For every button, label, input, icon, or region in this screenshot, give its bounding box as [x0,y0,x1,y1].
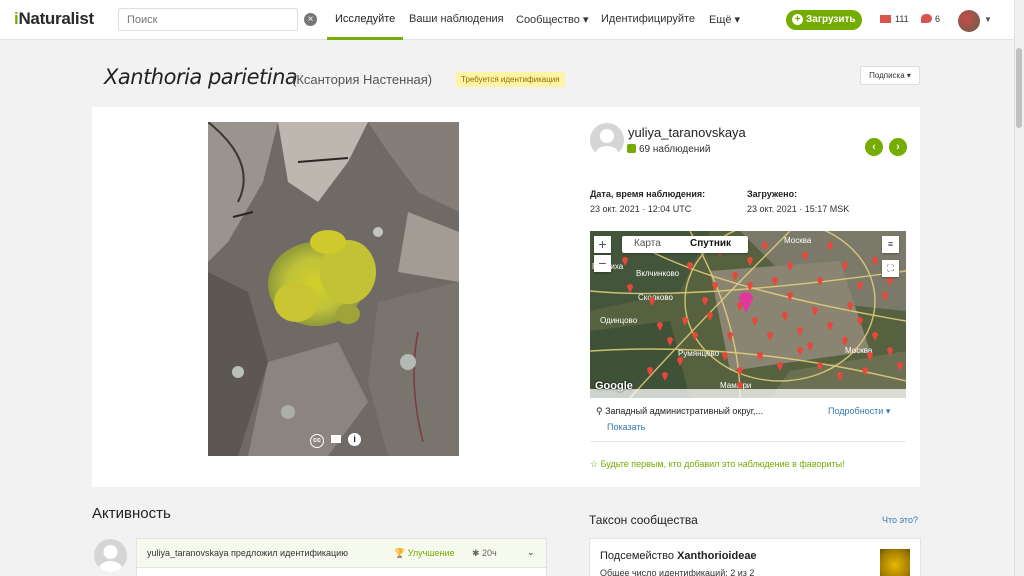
observation-photo[interactable] [208,122,459,456]
map-city-label: Сколково [638,293,674,302]
activity-avatar[interactable] [94,539,127,572]
info-icon[interactable]: i [348,433,362,446]
scientific-name: Xanthoria parietina [104,65,298,89]
map-tab-satellite[interactable]: Спутник [690,238,731,249]
date-uploaded-value: 23 окт. 2021 · 15:17 MSK [747,204,850,214]
scrollbar-thumb[interactable] [1016,48,1022,128]
map-details-link[interactable]: Подробности ▾ [828,406,890,417]
notifications-count: 6 [935,14,941,24]
messages-count: 111 [895,14,909,24]
map-type-toggle: Карта Спутник [622,236,748,253]
quality-grade-badge: Требуется идентификация [456,72,565,87]
nav-more[interactable]: Ещё ▾ [709,13,740,26]
map-city-label: Одинцово [600,316,638,325]
subscribe-dropdown[interactable]: Подписка ▾ [860,66,920,85]
flag-icon[interactable] [331,435,342,444]
map-show-link[interactable]: Показать [607,422,645,432]
google-logo: Google [595,380,633,392]
nav-active-indicator [327,37,403,40]
binoculars-icon [627,144,636,153]
bug-icon: ✱ [472,548,483,558]
common-name: (Ксантория Настенная) [292,72,433,87]
observer-obs-count[interactable]: 69 наблюдений [627,144,710,155]
what-is-this-link[interactable]: Что это? [882,515,918,525]
trophy-icon: 🏆 [394,548,408,558]
search-input[interactable] [118,8,298,31]
nav-identify[interactable]: Идентифицируйте [601,13,695,25]
fullscreen-icon[interactable]: ⛶ [882,260,899,277]
date-observed-value: 23 окт. 2021 · 12:04 UTC [590,204,692,214]
mail-icon[interactable] [880,15,891,23]
add-favorite-link[interactable]: ☆ Будьте первым, кто добавил это наблюде… [590,459,845,470]
activity-time: ✱ 20ч [472,548,497,558]
taxon-thumbnail[interactable] [880,549,910,576]
observation-map[interactable]: Москва Одинцово Сколково Румянцево Мамыри Мос… [590,231,906,398]
zoom-in-button[interactable]: + [594,236,611,253]
activity-heading: Активность [92,505,171,522]
map-city-label: Москва [784,236,812,245]
improving-tag: 🏆 Улучшение [394,548,455,558]
nav-explore[interactable]: Исследуйте [335,13,395,25]
plus-icon: + [792,14,803,25]
star-icon: ☆ [590,459,601,469]
nav-community[interactable]: Сообщество ▾ [516,13,588,26]
top-nav: iNaturalist × Исследуйте Ваши наблюдения… [0,0,1014,40]
chevron-down-icon[interactable]: ⌄ [527,547,535,558]
nav-your-observations[interactable]: Ваши наблюдения [409,13,504,25]
next-observation-button[interactable]: › [889,138,907,156]
chevron-down-icon[interactable]: ▼ [984,15,992,24]
zoom-out-button[interactable]: − [594,255,611,272]
map-city-label: Вклчинково [636,269,680,278]
inaturalist-logo[interactable]: iNaturalist [14,9,94,29]
community-taxon-id-count: Общее число идентификаций: 2 из 2 [600,568,755,576]
photo-controls: cc i [310,433,365,449]
observer-name[interactable]: yuliya_taranovskaya [628,125,746,140]
upload-button[interactable]: + Загрузить [786,10,862,30]
user-avatar-menu[interactable] [958,10,980,32]
location-pin-icon: ⚲ [596,406,606,416]
chat-icon[interactable] [921,14,932,23]
community-taxon-heading: Таксон сообщества [589,513,698,527]
creative-commons-icon[interactable]: cc [310,434,324,448]
date-observed-label: Дата, время наблюдения: [590,189,706,199]
prev-observation-button[interactable]: ‹ [865,138,883,156]
map-tab-map[interactable]: Карта [634,238,661,249]
divider [590,441,906,442]
map-attribution [590,389,906,398]
map-place-name: ⚲ Западный административный округ,... [596,406,763,416]
date-uploaded-label: Загружено: [747,189,798,199]
community-taxon-name[interactable]: Подсемейство Xanthorioideae [600,550,757,562]
activity-entry-text: yuliya_taranovskaya предложил идентифика… [147,548,348,558]
clear-search-icon[interactable]: × [304,13,317,26]
layers-icon[interactable]: ≡ [882,236,899,253]
observer-avatar[interactable] [590,123,624,157]
map-city-label: Румянцево [678,349,720,358]
